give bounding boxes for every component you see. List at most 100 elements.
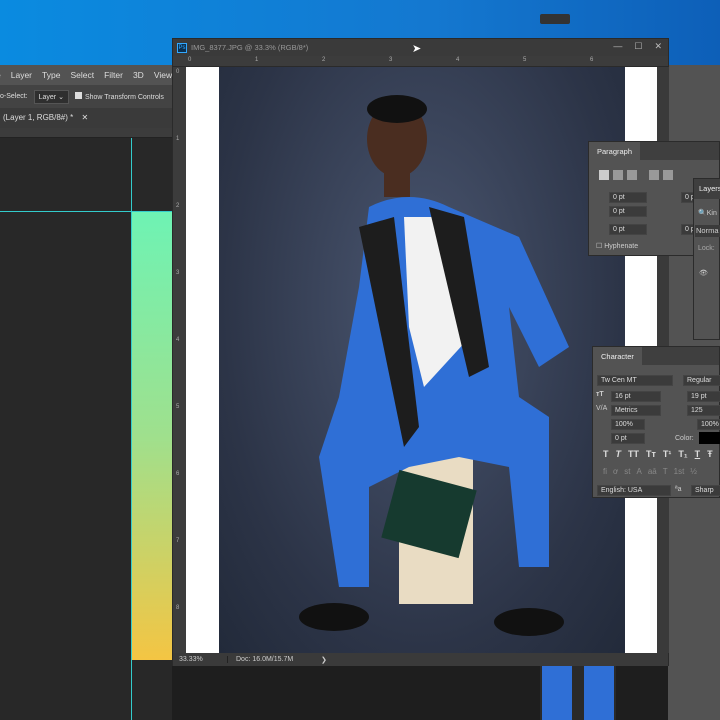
font-family-dropdown[interactable]: Tw Cen MT: [597, 375, 673, 386]
old-style-button[interactable]: ơ: [613, 467, 618, 476]
layer-filter-input[interactable]: 🔍Kin: [698, 209, 717, 217]
auto-select-value: Layer: [38, 93, 57, 101]
indent-first-line-field[interactable]: 0 pt: [609, 206, 647, 217]
font-size-field[interactable]: 16 pt: [611, 391, 661, 402]
status-bar: 33.33% Doc: 16.0M/15.7M ❯: [173, 653, 668, 666]
layers-panel: Layers 🔍Kin Norma Lock: 👁: [693, 178, 720, 340]
small-caps-button[interactable]: Tт: [646, 449, 656, 459]
close-icon[interactable]: ✕: [654, 41, 662, 52]
alignment-buttons: [599, 170, 673, 180]
guide-horizontal[interactable]: [0, 211, 172, 212]
ruler-tick: 5: [176, 404, 180, 410]
horizontal-scale-field[interactable]: 100%: [697, 419, 720, 430]
show-transform-label: Show Transform Controls: [84, 94, 164, 101]
antialias-dropdown[interactable]: Sharp: [691, 485, 720, 496]
swash-button[interactable]: A: [636, 467, 641, 476]
character-panel: Character Tw Cen MT Regular ᴛT 16 pt 19 …: [592, 346, 720, 498]
tracking-field[interactable]: 125: [687, 405, 720, 416]
auto-select-dropdown[interactable]: Layer ⌄: [33, 89, 69, 104]
menu-type[interactable]: Type: [42, 70, 60, 80]
window-title: IMG_8377.JPG @ 33.3% (RGB/8*): [191, 43, 309, 52]
menu-layer[interactable]: Layer: [11, 70, 32, 80]
faux-italic-button[interactable]: T: [616, 449, 622, 459]
blend-mode-dropdown[interactable]: Norma: [695, 225, 720, 237]
ruler-tick: 1: [176, 136, 180, 142]
kerning-icon: V/A: [596, 405, 608, 412]
align-right-icon[interactable]: [627, 170, 637, 180]
document-canvas[interactable]: [186, 67, 657, 653]
menu-3d[interactable]: 3D: [133, 70, 144, 80]
ruler-tick: 8: [176, 605, 180, 611]
space-before-field[interactable]: 0 pt: [609, 224, 647, 235]
ruler-tick: 1: [255, 57, 259, 63]
leading-field[interactable]: 19 pt: [687, 391, 720, 402]
show-transform-checkbox[interactable]: Show Transform Controls: [74, 92, 164, 101]
ligatures-button[interactable]: fi: [603, 467, 607, 476]
auto-select-label: o-Select:: [0, 93, 28, 100]
ruler-tick: 6: [176, 471, 180, 477]
align-center-icon[interactable]: [613, 170, 623, 180]
subscript-button[interactable]: T₁: [678, 449, 687, 459]
menu-filter[interactable]: Filter: [104, 70, 123, 80]
checkbox-icon: [74, 92, 82, 99]
vertical-scale-field[interactable]: 100%: [611, 419, 645, 430]
zoom-level[interactable]: 33.33%: [173, 656, 228, 663]
visibility-eye-icon[interactable]: 👁: [699, 269, 708, 277]
indent-left-field[interactable]: 0 pt: [609, 192, 647, 203]
titling-button[interactable]: T: [663, 467, 668, 476]
gradient-layer: [132, 212, 172, 660]
ruler-tick: 5: [523, 57, 527, 63]
lock-label: Lock:: [698, 245, 715, 252]
hyphenate-checkbox[interactable]: ☐ Hyphenate: [596, 242, 638, 250]
justify-icon[interactable]: [649, 170, 659, 180]
doc-tab[interactable]: (Layer 1, RGB/8#) * ✕: [0, 108, 172, 128]
menu-view[interactable]: View: [154, 70, 172, 80]
menu-bar: e Layer Type Select Filter 3D View: [0, 65, 172, 85]
tab-character[interactable]: Character: [593, 347, 642, 365]
menu-select[interactable]: Select: [70, 70, 94, 80]
ordinals-button[interactable]: 1st: [674, 467, 685, 476]
opentype-buttons: fi ơ st A aā T 1st ½: [603, 467, 697, 476]
fractions-button[interactable]: ½: [690, 467, 697, 476]
doc-size: Doc: 16.0M/15.7M: [236, 656, 294, 663]
minimize-icon[interactable]: —: [613, 41, 622, 52]
close-tab-icon[interactable]: ✕: [81, 113, 88, 122]
justify-center-icon[interactable]: [663, 170, 673, 180]
stylistic-alternates-button[interactable]: aā: [648, 467, 657, 476]
superscript-button[interactable]: T¹: [663, 449, 672, 459]
ruler-tick: 3: [389, 57, 393, 63]
ruler-tick: 2: [176, 203, 180, 209]
all-caps-button[interactable]: TT: [628, 449, 639, 459]
language-dropdown[interactable]: English: USA: [597, 485, 671, 496]
font-size-icon: ᴛT: [596, 391, 604, 398]
photoshop-icon: Ps: [177, 42, 187, 53]
strikethrough-button[interactable]: Ŧ: [707, 449, 713, 459]
ruler-tick: 3: [176, 270, 180, 276]
mouse-cursor-icon: ➤: [412, 43, 422, 55]
guide-vertical[interactable]: [131, 138, 132, 720]
ruler-tick: 2: [322, 57, 326, 63]
ruler-tick: 6: [590, 57, 594, 63]
font-style-dropdown[interactable]: Regular: [683, 375, 720, 386]
color-swatch[interactable]: [699, 432, 720, 444]
tab-paragraph[interactable]: Paragraph: [589, 142, 641, 160]
maximize-icon[interactable]: ☐: [634, 41, 642, 52]
faux-bold-button[interactable]: T: [603, 449, 609, 459]
tab-layers[interactable]: Layers: [694, 179, 720, 199]
baseline-shift-field[interactable]: 0 pt: [611, 433, 645, 444]
status-menu-arrow[interactable]: ❯: [321, 656, 327, 664]
back-ruler: [0, 128, 172, 138]
ruler-tick: 4: [456, 57, 460, 63]
underline-button[interactable]: T: [695, 449, 701, 459]
ruler-top: 0 1 2 3 4 5 6: [173, 56, 668, 67]
doc-tab-label: (Layer 1, RGB/8#) *: [3, 113, 74, 122]
align-left-icon[interactable]: [599, 170, 609, 180]
desktop-icon[interactable]: [540, 14, 570, 24]
discretionary-ligatures-button[interactable]: st: [624, 467, 630, 476]
ruler-tick: 4: [176, 337, 180, 343]
type-style-buttons: T T TT Tт T¹ T₁ T Ŧ: [603, 449, 713, 459]
ruler-tick: 0: [188, 57, 192, 63]
ruler-left: 0 1 2 3 4 5 6 7 8: [173, 67, 186, 653]
kerning-dropdown[interactable]: Metrics: [611, 405, 661, 416]
options-bar: o-Select: Layer ⌄ Show Transform Control…: [0, 85, 172, 108]
